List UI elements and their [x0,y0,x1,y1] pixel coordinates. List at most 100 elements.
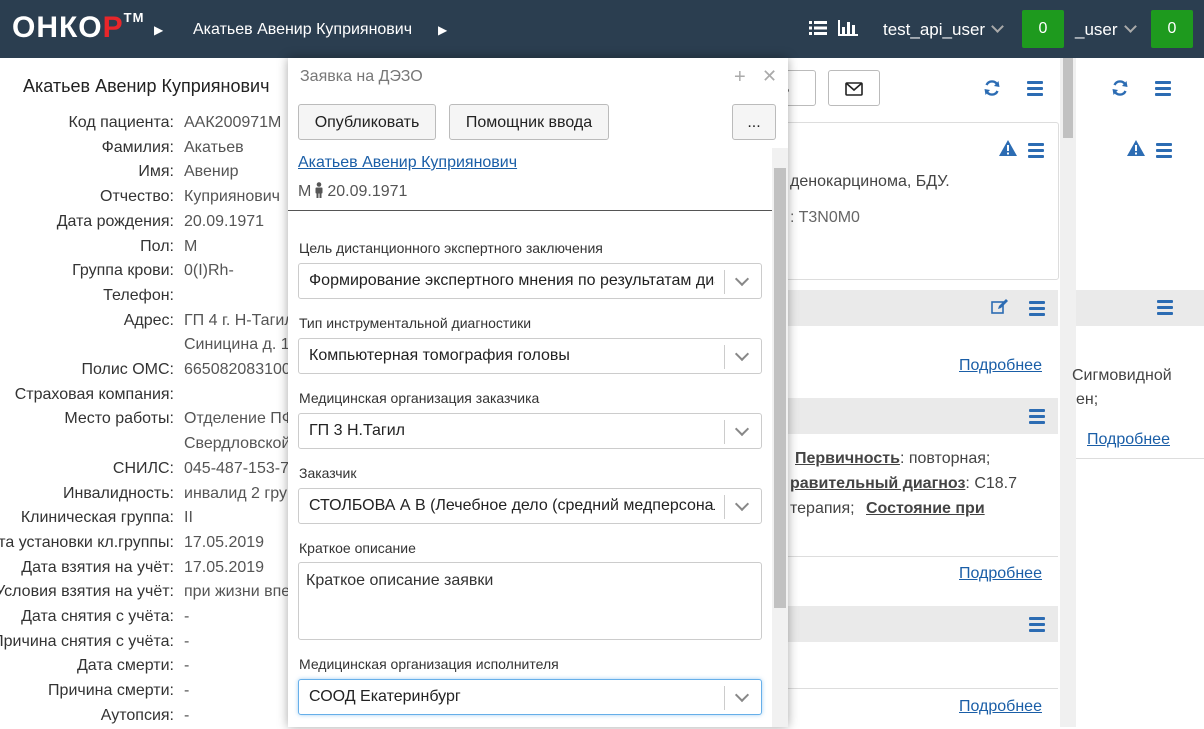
panel-header [770,606,1058,642]
patient-field-row: Фамилия: Акатьев [0,139,300,161]
therapy-text: терапия; [790,500,855,517]
field-label: Телефон: [103,286,174,304]
diag-type-label: Тип инструментальной диагностики [299,315,532,331]
patient-field-row: Клиническая группа: II [0,509,300,531]
diag-label: равительный диагноз [790,475,966,492]
patient-field-row: Условия взятия на учёт: при жизни впе [0,583,300,605]
field-label: Адрес: [123,311,174,329]
more-options-button[interactable]: ... [732,104,776,140]
top-navbar: ОНКОРTM ▶ Акатьев Авенир Куприянович ▶ t… [0,0,1204,58]
patient-field-row: Аутопсия: - [0,707,300,729]
primary-field: Первичность: повторная; [795,450,990,468]
breadcrumb-patient[interactable]: Акатьев Авенир Куприянович [193,21,412,39]
breadcrumb-arrow-icon: ▶ [154,23,164,37]
notification-counter[interactable]: 0 [1022,10,1064,48]
customer-org-value: ГП 3 Н.Тагил [309,422,406,439]
description-label: Краткое описание [299,540,416,556]
chevron-down-icon [734,687,750,703]
menu-icon[interactable] [1157,300,1173,315]
field-label: Отчество: [100,188,174,206]
field-value: - [184,632,190,650]
field-label: Клиническая группа: [20,509,174,527]
scrollbar[interactable] [1060,58,1076,727]
panel-header [770,398,1058,434]
chevron-down-icon [734,496,750,512]
input-helper-button[interactable]: Помощник ввода [449,104,609,140]
field-value: Куприянович [184,188,280,206]
user-menu-2[interactable]: _user [1075,20,1137,40]
dezo-request-modal: Заявка на ДЭЗО + ✕ Опубликовать Помощник… [288,58,788,727]
maximize-icon[interactable]: + [734,66,746,89]
menu-icon[interactable] [1029,409,1045,424]
menu-icon[interactable] [1028,143,1044,158]
field-value: ГП 4 г. Н-Тагил [184,311,294,329]
menu-icon[interactable] [1029,301,1045,316]
description-placeholder: Краткое описание заявки [306,572,494,589]
patient-field-row: Место работы: Отделение ПФ [0,410,300,432]
patient-field-row: СНИЛС: 045-487-153-7 [0,460,300,482]
field-value: Синицина д. 1 [184,336,290,354]
patient-field-row: Адрес: ГП 4 г. Н-Тагил [0,312,300,334]
username-2: _user [1075,20,1118,39]
email-button[interactable] [828,70,880,106]
field-value: 17.05.2019 [184,533,265,551]
field-value: - [184,657,190,675]
field-value: 0(I)Rh- [184,262,234,280]
field-label: Код пациента: [68,114,174,131]
customer-org-select[interactable]: ГП 3 Н.Тагил [298,413,762,449]
chevron-down-icon [1123,20,1137,33]
edit-icon[interactable] [991,299,1008,315]
username: test_api_user [883,20,986,39]
field-label: СНИЛС: [112,459,174,477]
field-label: Причина снятия с учёта: [0,632,174,650]
field-value: при жизни впе [184,583,291,601]
patient-field-row: Причина смерти: - [0,682,300,704]
refresh-icon[interactable] [983,79,1001,97]
more-link[interactable]: Подробнее [1087,431,1170,449]
onkor-logo[interactable]: ОНКОРTM [12,10,144,45]
list-icon[interactable] [809,19,827,42]
more-link[interactable]: Подробнее [959,698,1042,716]
envelope-icon [845,82,863,96]
chevron-down-icon [734,346,750,362]
primary-label: Первичность [795,450,900,467]
executor-org-select[interactable]: СООД Екатеринбург [298,679,762,715]
modal-scrollbar[interactable] [772,148,788,727]
field-label: Дата снятия с учёта: [21,608,174,625]
patient-field-row: Полис ОМС: 665082083100 [0,361,300,383]
diag-type-select[interactable]: Компьютерная томография головы [298,338,762,374]
bar-chart-icon[interactable] [838,19,858,42]
executor-org-label: Медицинская организация исполнителя [299,656,559,672]
patient-field-row: Дата снятия с учёта: - [0,608,300,630]
customer-select[interactable]: СТОЛБОВА А В (Лечебное дело (средний мед… [298,488,762,524]
field-label: Группа крови: [72,262,174,280]
field-value: Авенир [184,163,239,181]
field-label: Фамилия: [101,138,174,156]
panel-header [1076,290,1204,326]
close-icon[interactable]: ✕ [762,66,777,87]
description-textarea[interactable]: Краткое описание заявки [298,562,762,640]
scroll-thumb[interactable] [774,168,786,608]
warning-icon [999,140,1017,156]
patient-info-panel: Акатьев Авенир Куприянович Код пациента:… [0,58,300,727]
field-label: Место работы: [64,410,174,428]
field-value: - [184,608,190,625]
more-link[interactable]: Подробнее [959,357,1042,375]
patient-link[interactable]: Акатьев Авенир Куприянович [298,154,517,172]
patient-dob: 20.09.1971 [327,183,408,200]
divider [770,688,1058,689]
more-link[interactable]: Подробнее [959,565,1042,583]
publish-button[interactable]: Опубликовать [298,104,436,140]
menu-icon[interactable] [1155,81,1171,96]
patient-field-row: Имя: Авенир [0,163,300,185]
notification-counter-2[interactable]: 0 [1151,10,1193,48]
patient-field-row: Дата установки кл.группы: 17.05.2019 [0,534,300,556]
menu-icon[interactable] [1027,81,1043,96]
refresh-icon[interactable] [1111,79,1129,97]
menu-icon[interactable] [1029,617,1045,632]
field-label: Пол: [140,237,174,255]
purpose-select[interactable]: Формирование экспертного мнения по резул… [298,263,762,299]
user-menu[interactable]: test_api_user [883,20,1004,40]
patient-field-row: Свердловской [0,435,300,457]
menu-icon[interactable] [1156,143,1172,158]
